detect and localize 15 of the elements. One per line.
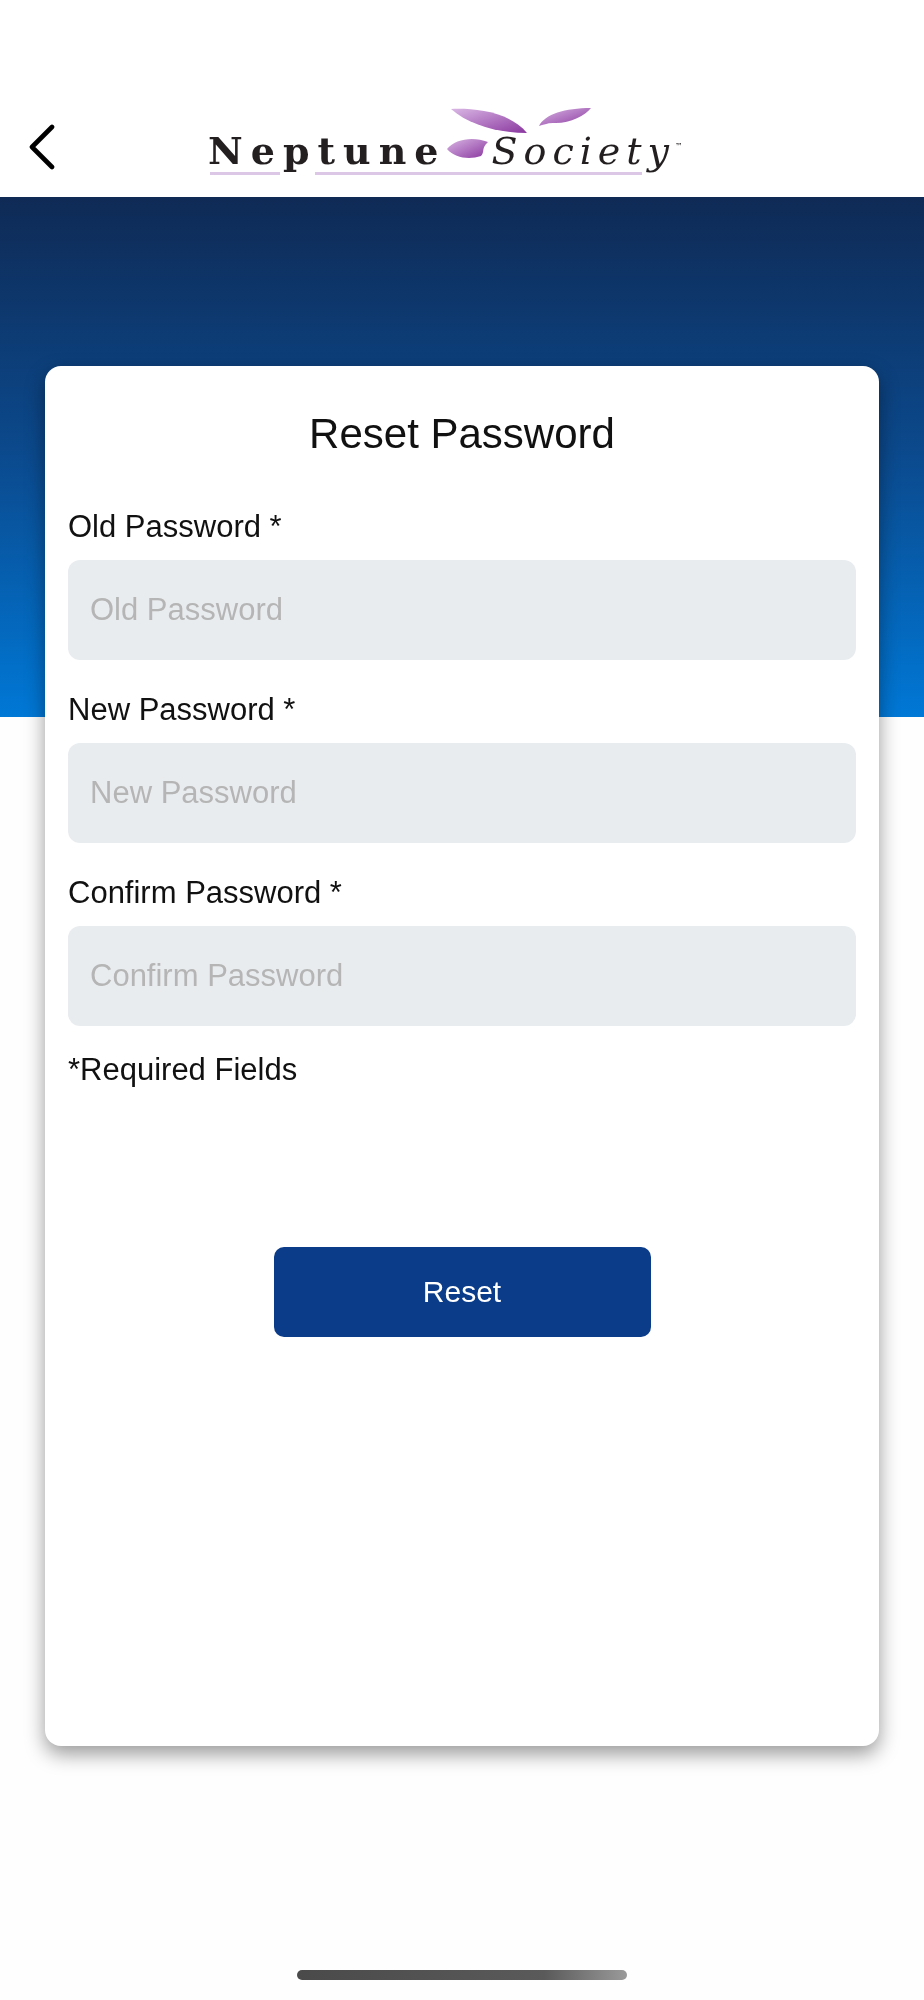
back-button[interactable]: [28, 124, 56, 170]
password-field[interactable]: Confirm Password: [68, 926, 856, 1026]
field-label: Confirm Password *: [68, 874, 342, 912]
trademark-mark: ™: [675, 143, 684, 151]
field-label: Old Password *: [68, 508, 282, 546]
chevron-left-icon: [28, 124, 56, 170]
password-field[interactable]: Old Password: [68, 560, 856, 660]
required-note: *Required Fields: [68, 1051, 298, 1089]
field-label: New Password *: [68, 691, 296, 729]
password-field[interactable]: New Password: [68, 743, 856, 843]
form-title: Reset Password: [309, 409, 615, 459]
leaf-icon: [447, 136, 489, 160]
leaf-icon: [539, 108, 591, 126]
leaf-icon: [451, 108, 527, 133]
reset-button[interactable]: Reset: [273, 1247, 651, 1337]
